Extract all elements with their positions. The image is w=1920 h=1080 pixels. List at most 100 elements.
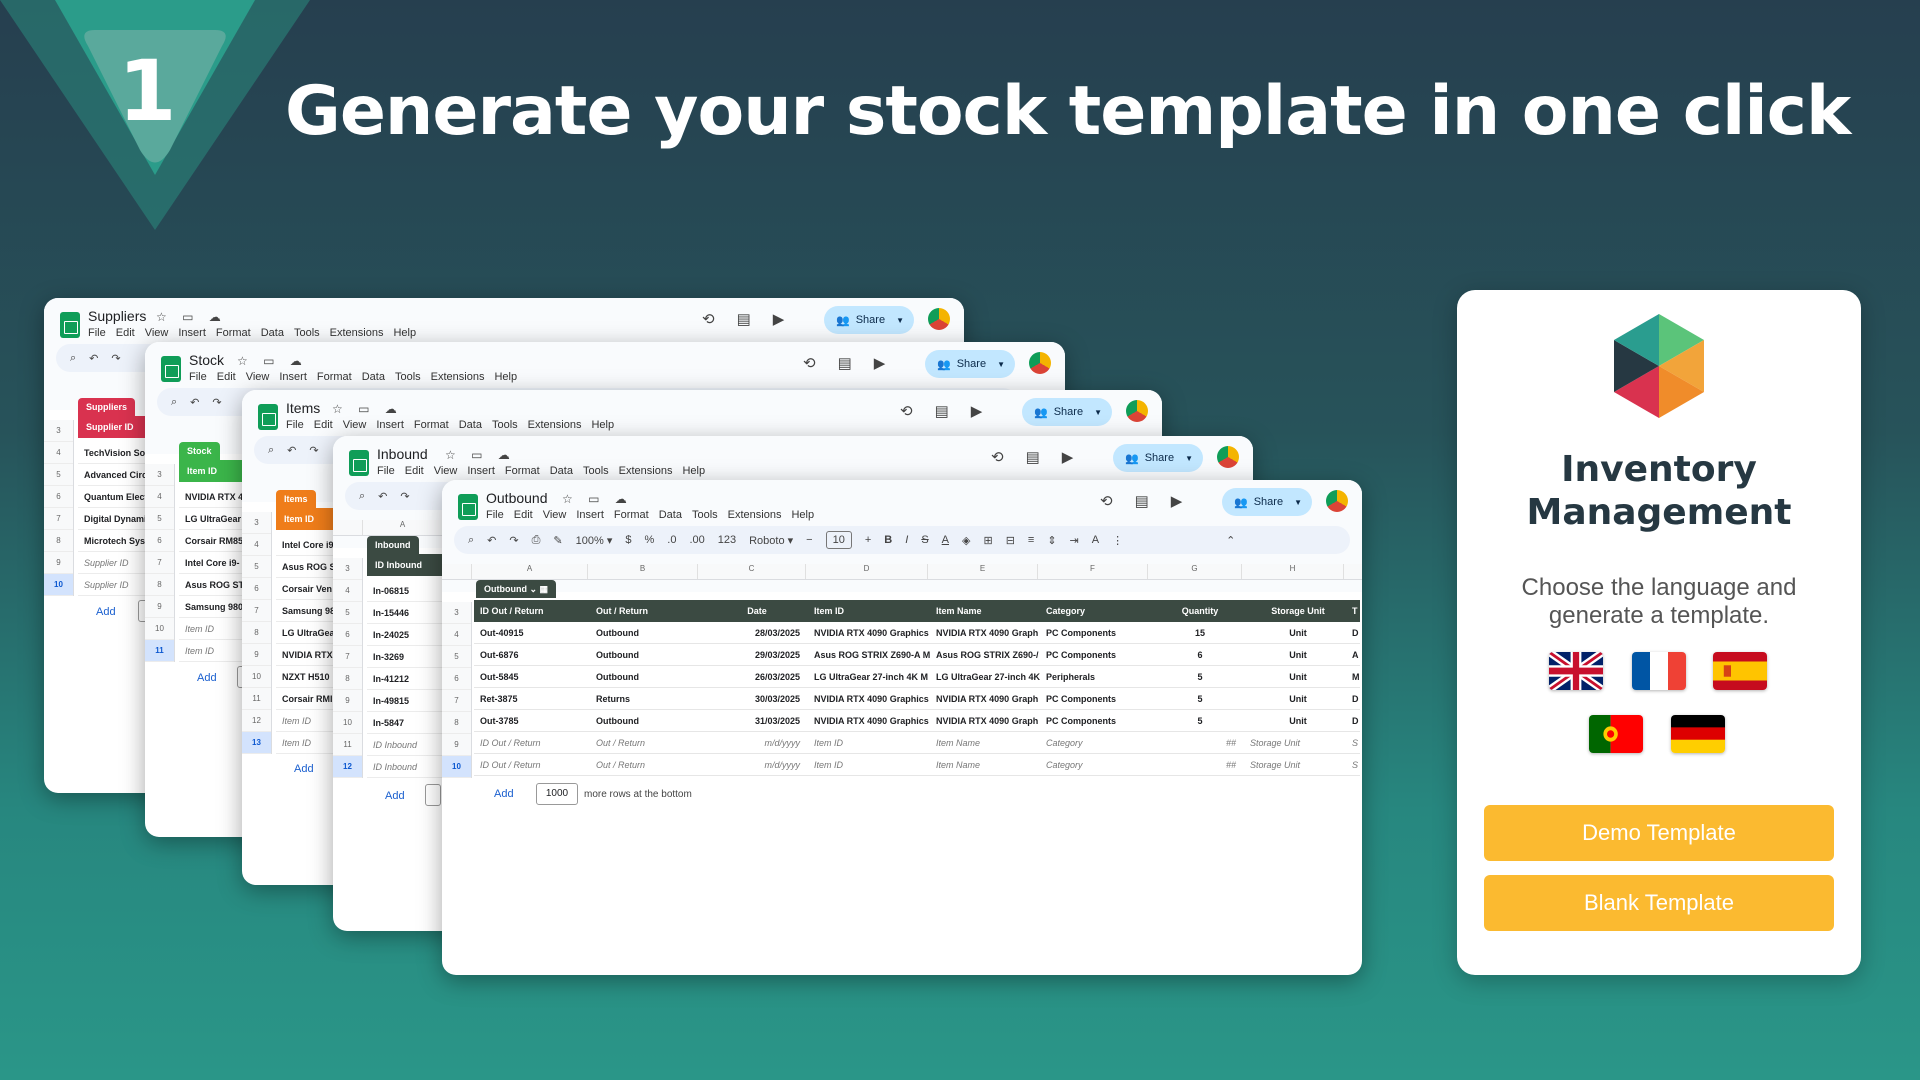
meet-icon[interactable]: ▶ [971,402,983,420]
header-out-return[interactable]: Out / Return [590,606,700,616]
menu-data[interactable]: Data [362,371,385,383]
text-color-icon[interactable]: A [942,534,949,546]
menu-edit[interactable]: Edit [314,419,333,431]
undo-icon[interactable]: ↶ [287,444,296,457]
share-button[interactable]: 👥 Share ▼ [925,350,1015,378]
menu-view[interactable]: View [145,327,169,339]
chevron-down-icon[interactable]: ▼ [997,360,1005,369]
menu-data[interactable]: Data [261,327,284,339]
print-icon[interactable]: ⎙ [532,534,541,547]
search-icon[interactable]: ⌕ [468,534,474,547]
undo-icon[interactable]: ↶ [487,534,496,547]
extension-logo-icon[interactable] [1126,400,1148,422]
history-icon[interactable]: ⟲ [803,354,816,372]
fill-color-icon[interactable]: ◈ [962,534,970,547]
header-truncated[interactable]: T [1346,606,1360,616]
table-row[interactable]: Out-5845 Outbound 26/03/2025 LG UltraGear 2… [474,666,1360,688]
borders-icon[interactable]: ⊞ [983,534,992,547]
meet-icon[interactable]: ▶ [874,354,886,372]
menu-tools[interactable]: Tools [395,371,421,383]
font-select[interactable]: Roboto ▾ [749,534,793,547]
demo-template-button[interactable]: Demo Template [1484,805,1834,861]
meet-icon[interactable]: ▶ [1062,448,1074,466]
menu-extensions[interactable]: Extensions [728,509,782,521]
header-date[interactable]: Date [700,606,808,616]
menu-help[interactable]: Help [591,419,614,431]
doc-title[interactable]: Suppliers [88,308,146,324]
menu-file[interactable]: File [88,327,106,339]
menu-edit[interactable]: Edit [116,327,135,339]
history-icon[interactable]: ⟲ [1100,492,1113,510]
add-rows-input[interactable] [425,784,441,806]
increase-decimal-button[interactable]: .00 [689,534,704,546]
chevron-down-icon[interactable]: ▼ [1185,454,1193,463]
chevron-down-icon[interactable]: ▼ [1294,498,1302,507]
comment-icon[interactable]: ▤ [935,402,949,420]
header-item-id[interactable]: Item ID [808,606,930,616]
menu-format[interactable]: Format [505,465,540,477]
table-row[interactable]: Out-6876 Outbound 29/03/2025 Asus ROG STRIX… [474,644,1360,666]
doc-title[interactable]: Inbound [377,446,428,462]
germany-flag-icon[interactable] [1671,715,1725,753]
table-row[interactable]: Out-40915 Outbound 28/03/2025 NVIDIA RTX 40… [474,622,1360,644]
more-icon[interactable]: ⋮ [1112,534,1123,547]
header-quantity[interactable]: Quantity [1150,606,1244,616]
star-icon[interactable]: ☆ ▭ ☁ [332,402,403,416]
star-icon[interactable]: ☆ ▭ ☁ [562,492,633,506]
menu-format[interactable]: Format [614,509,649,521]
extension-logo-icon[interactable] [928,308,950,330]
menu-edit[interactable]: Edit [217,371,236,383]
header-item-name[interactable]: Item Name [930,606,1040,616]
star-icon[interactable]: ☆ ▭ ☁ [445,448,516,462]
menu-file[interactable]: File [286,419,304,431]
redo-icon[interactable]: ↷ [509,534,518,547]
font-size-decrease-icon[interactable]: − [806,534,812,546]
italic-icon[interactable]: I [905,534,908,546]
font-size-increase-icon[interactable]: + [865,534,871,546]
table-row-placeholder[interactable]: ID Out / Return Out / Return m/d/yyyy Item … [474,732,1360,754]
comment-icon[interactable]: ▤ [737,310,751,328]
star-icon[interactable]: ☆ ▭ ☁ [237,354,308,368]
menu-extensions[interactable]: Extensions [619,465,673,477]
menu-insert[interactable]: Insert [376,419,404,431]
menu-tools[interactable]: Tools [294,327,320,339]
extension-logo-icon[interactable] [1029,352,1051,374]
table-name-chip[interactable]: Suppliers [78,398,136,416]
add-rows-button[interactable]: Add [96,606,116,618]
add-rows-button[interactable]: Add [385,790,405,802]
menu-extensions[interactable]: Extensions [330,327,384,339]
add-rows-button[interactable]: Add [294,763,314,775]
menu-view[interactable]: View [246,371,270,383]
search-icon[interactable]: ⌕ [268,444,274,457]
menu-format[interactable]: Format [414,419,449,431]
share-button[interactable]: 👥 Share ▼ [1022,398,1112,426]
france-flag-icon[interactable] [1632,652,1686,690]
menu-data[interactable]: Data [550,465,573,477]
undo-icon[interactable]: ↶ [378,490,387,503]
comment-icon[interactable]: ▤ [1026,448,1040,466]
history-icon[interactable]: ⟲ [900,402,913,420]
menu-view[interactable]: View [543,509,567,521]
menu-tools[interactable]: Tools [583,465,609,477]
search-icon[interactable]: ⌕ [359,490,365,503]
menu-insert[interactable]: Insert [467,465,495,477]
rotate-icon[interactable]: A [1092,534,1099,546]
table-name-chip[interactable]: Outbound ⌄ ▦ [476,580,557,598]
chevron-down-icon[interactable]: ▼ [1094,408,1102,417]
menu-view[interactable]: View [434,465,458,477]
merge-icon[interactable]: ⊟ [1006,534,1015,547]
collapse-icon[interactable]: ⌃ [1226,534,1235,547]
add-rows-input[interactable]: 1000 [536,783,578,805]
spain-flag-icon[interactable] [1713,652,1767,690]
menu-file[interactable]: File [486,509,504,521]
share-button[interactable]: 👥 Share ▼ [1113,444,1203,472]
menu-help[interactable]: Help [494,371,517,383]
menu-help[interactable]: Help [791,509,814,521]
menu-insert[interactable]: Insert [279,371,307,383]
menu-edit[interactable]: Edit [405,465,424,477]
number-format-button[interactable]: 123 [718,534,736,546]
menu-edit[interactable]: Edit [514,509,533,521]
strikethrough-icon[interactable]: S [921,534,928,546]
chevron-down-icon[interactable]: ▼ [896,316,904,325]
table-name-chip[interactable]: Stock [179,442,220,460]
